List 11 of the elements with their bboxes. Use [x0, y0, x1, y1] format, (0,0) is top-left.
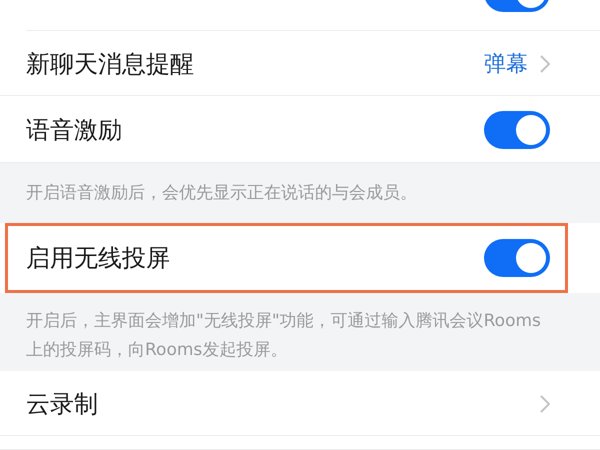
setting-label: 云录制	[26, 388, 99, 420]
setting-label: 新聊天消息提醒	[26, 48, 195, 80]
toggle-switch[interactable]	[484, 239, 550, 277]
chevron-right-icon	[540, 54, 550, 72]
setting-value[interactable]: 弹幕	[484, 48, 528, 78]
hint-text: 开启语音激励后，会优先显示正在说话的与会成员。	[26, 182, 418, 205]
chevron-right-icon	[540, 394, 550, 412]
toggle-switch[interactable]	[484, 110, 550, 148]
setting-label: 启用无线投屏	[26, 243, 171, 274]
setting-label: 语音激励	[26, 114, 123, 146]
hint-text: 开启后，主界面会增加"无线投屏"功能，可通过输入腾讯会议Rooms上的投屏码，向Rooms发起投屏。	[26, 310, 542, 362]
